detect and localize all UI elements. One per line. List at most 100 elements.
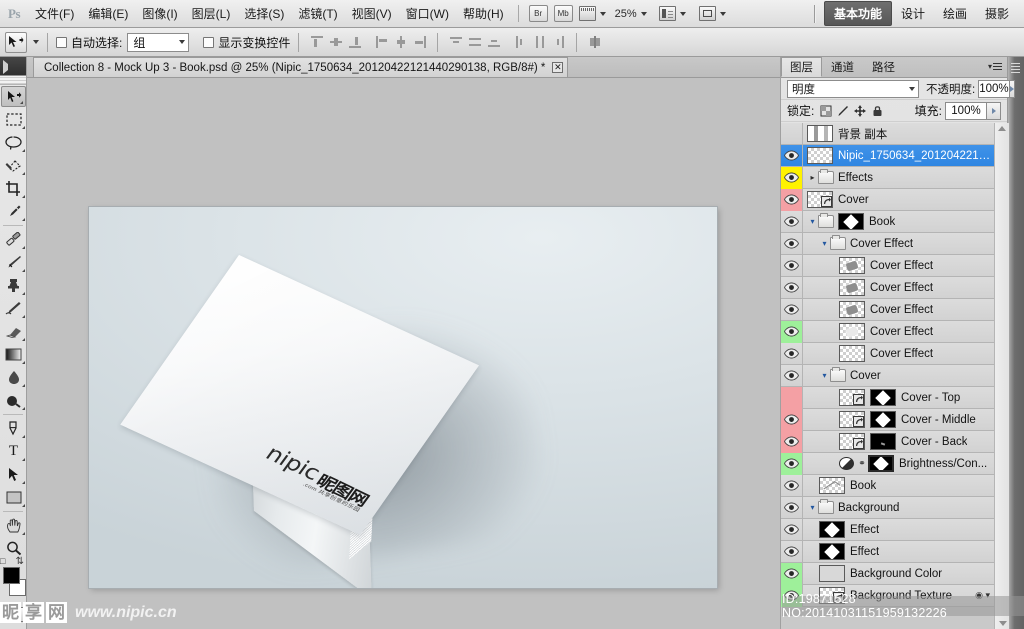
layer-visibility-toggle[interactable]	[781, 188, 803, 211]
layer-row[interactable]: ▸ Effects	[781, 166, 994, 189]
scroll-down-arrow-icon[interactable]	[999, 621, 1007, 626]
layer-row[interactable]: Cover Effect	[781, 320, 994, 343]
tool-blur[interactable]	[0, 366, 27, 389]
layer-visibility-toggle[interactable]	[781, 276, 803, 299]
layer-visibility-toggle[interactable]	[781, 386, 803, 409]
swap-colors-icon[interactable]: ⇅	[16, 556, 24, 567]
layer-list[interactable]: 背景 副本 Nipic_1750634_2012042212... ▸ Effects…	[781, 123, 1009, 629]
scroll-up-arrow-icon[interactable]	[998, 126, 1006, 131]
tool-eyedropper[interactable]	[0, 200, 27, 223]
zoom-level-value[interactable]: 25%	[615, 8, 637, 20]
group-collapse-arrow-icon[interactable]: ▾	[819, 233, 830, 255]
menu-view[interactable]: 视图(V)	[345, 1, 399, 26]
distribute-right-edges-icon[interactable]	[549, 33, 568, 52]
align-horizontal-centers-icon[interactable]	[326, 33, 345, 52]
menu-help[interactable]: 帮助(H)	[456, 1, 511, 26]
layer-visibility-toggle[interactable]	[781, 364, 803, 387]
document-tab[interactable]: Collection 8 - Mock Up 3 - Book.psd @ 25…	[33, 57, 569, 77]
tool-pen[interactable]	[0, 417, 27, 440]
workspace-tab-painting[interactable]: 绘画	[934, 2, 976, 25]
fill-input[interactable]: 100%	[945, 101, 987, 120]
tool-move[interactable]	[1, 86, 26, 107]
tool-rectangle-shape[interactable]	[0, 486, 27, 509]
document-canvas[interactable]: nipic 昵图网 .com 共享创意的乐园	[89, 207, 717, 588]
layer-thumbnail[interactable]	[819, 477, 845, 494]
layer-thumbnail[interactable]	[839, 389, 865, 406]
menu-select[interactable]: 选择(S)	[237, 1, 291, 26]
layer-visibility-toggle[interactable]	[781, 210, 803, 233]
group-collapse-arrow-icon[interactable]: ▾	[807, 497, 818, 519]
distribute-vertical-centers-icon[interactable]	[465, 33, 484, 52]
tool-dodge[interactable]	[0, 389, 27, 412]
layer-visibility-toggle[interactable]	[781, 430, 803, 453]
layer-visibility-toggle[interactable]	[781, 518, 803, 541]
arrange-documents-button[interactable]	[658, 6, 686, 21]
dock-drag-grip[interactable]	[1011, 61, 1020, 73]
layer-row[interactable]: Cover - Middle	[781, 408, 994, 431]
mini-bridge-button[interactable]: Mb	[553, 5, 573, 22]
tool-crop[interactable]	[0, 177, 27, 200]
layer-row[interactable]: 背景 副本	[781, 123, 994, 145]
tool-clone-stamp[interactable]	[0, 274, 27, 297]
tool-path-selection[interactable]	[0, 463, 27, 486]
layer-list-scrollbar[interactable]	[994, 123, 1009, 629]
tab-layers[interactable]: 图层	[781, 57, 822, 77]
layer-visibility-toggle[interactable]	[781, 254, 803, 277]
layer-row[interactable]: Cover Effect	[781, 254, 994, 277]
tool-hand[interactable]	[0, 514, 27, 537]
menu-edit[interactable]: 编辑(E)	[81, 1, 135, 26]
layer-thumbnail[interactable]	[839, 411, 865, 428]
layer-visibility-toggle[interactable]	[781, 540, 803, 563]
layer-thumbnail[interactable]	[807, 125, 833, 142]
group-expand-arrow-icon[interactable]: ▸	[807, 167, 818, 189]
lock-transparent-pixels-icon[interactable]	[819, 104, 833, 118]
auto-select-scope-dropdown[interactable]: 组	[127, 32, 190, 52]
layer-row[interactable]: Cover - Back	[781, 430, 994, 453]
screen-mode-button[interactable]	[698, 6, 726, 21]
blend-mode-dropdown[interactable]: 明度	[787, 79, 919, 98]
distribute-bottom-edges-icon[interactable]	[484, 33, 503, 52]
layer-row[interactable]: ▾ Cover Effect	[781, 232, 994, 255]
layer-visibility-toggle[interactable]	[781, 342, 803, 365]
layer-visibility-toggle[interactable]	[781, 452, 803, 475]
layer-row[interactable]: ⚭ Brightness/Con...	[781, 452, 994, 475]
menu-file[interactable]: 文件(F)	[28, 1, 81, 26]
workspace-tab-essentials[interactable]: 基本功能	[823, 1, 892, 26]
layer-thumbnail[interactable]	[839, 323, 865, 340]
default-colors-icon[interactable]: □	[0, 556, 5, 566]
tool-spot-healing-brush[interactable]	[0, 228, 27, 251]
align-left-edges-icon[interactable]	[307, 33, 326, 52]
tool-quick-selection[interactable]	[0, 154, 27, 177]
toolbox-collapse-handle[interactable]	[0, 57, 26, 76]
workspace-tab-photography[interactable]: 摄影	[976, 2, 1018, 25]
distribute-horizontal-centers-icon[interactable]	[530, 33, 549, 52]
tool-gradient[interactable]	[0, 343, 27, 366]
layer-visibility-toggle[interactable]	[781, 474, 803, 497]
layer-visibility-toggle[interactable]	[781, 123, 803, 145]
layer-mask-thumbnail[interactable]	[870, 433, 896, 450]
layer-mask-thumbnail[interactable]	[870, 411, 896, 428]
group-collapse-arrow-icon[interactable]: ▾	[807, 211, 818, 233]
auto-align-layers-icon[interactable]	[585, 33, 604, 52]
canvas-workspace[interactable]: nipic 昵图网 .com 共享创意的乐园	[27, 78, 780, 629]
toolbox-drag-grip[interactable]	[0, 76, 26, 85]
tool-brush[interactable]	[0, 251, 27, 274]
panel-menu-icon[interactable]: ▾	[988, 61, 1002, 72]
layer-mask-thumbnail[interactable]	[838, 213, 864, 230]
menu-image[interactable]: 图像(I)	[135, 1, 184, 26]
dock-collapse-strip[interactable]	[1008, 57, 1024, 629]
tool-eraser[interactable]	[0, 320, 27, 343]
align-right-edges-icon[interactable]	[345, 33, 364, 52]
layer-thumbnail[interactable]	[839, 279, 865, 296]
layer-visibility-toggle[interactable]	[781, 320, 803, 343]
distribute-left-edges-icon[interactable]	[511, 33, 530, 52]
layer-row[interactable]: Cover Effect	[781, 298, 994, 321]
menu-layer[interactable]: 图层(L)	[185, 1, 238, 26]
view-extras-button[interactable]	[578, 6, 606, 21]
move-tool-icon[interactable]	[5, 31, 27, 53]
layer-row[interactable]: ▾ Cover	[781, 364, 994, 387]
layer-row[interactable]: Effect	[781, 518, 994, 541]
layer-visibility-toggle[interactable]	[781, 562, 803, 585]
layer-thumbnail[interactable]	[806, 147, 833, 164]
layer-mask-thumbnail[interactable]	[868, 455, 894, 472]
